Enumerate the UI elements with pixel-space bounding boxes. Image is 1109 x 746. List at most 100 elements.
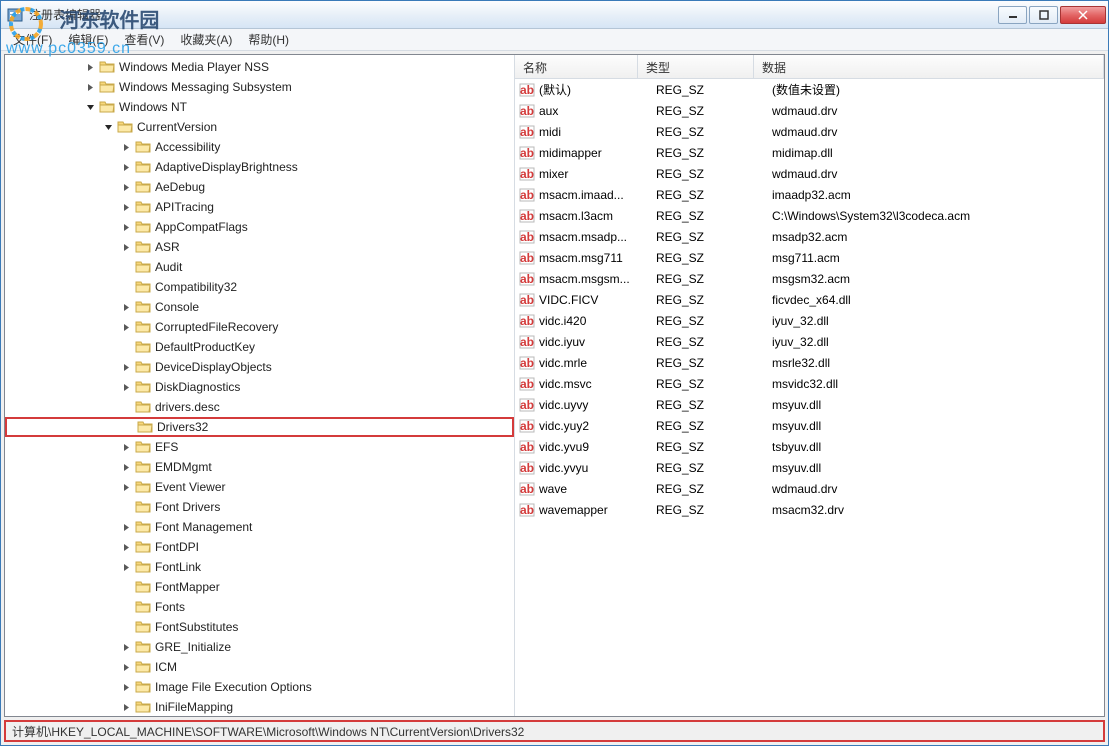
tree-item[interactable]: Fonts <box>5 597 514 617</box>
tree-item[interactable]: FontDPI <box>5 537 514 557</box>
tree-item[interactable]: ASR <box>5 237 514 257</box>
tree-item[interactable]: AdaptiveDisplayBrightness <box>5 157 514 177</box>
expander-icon[interactable] <box>121 542 132 553</box>
tree-item[interactable]: ICM <box>5 657 514 677</box>
tree-item[interactable]: Accessibility <box>5 137 514 157</box>
menu-help[interactable]: 帮助(H) <box>240 29 297 50</box>
titlebar[interactable]: 注册表编辑器 <box>1 1 1108 29</box>
maximize-button[interactable] <box>1029 6 1058 24</box>
expander-icon[interactable] <box>85 62 96 73</box>
list-row[interactable]: abwavemapperREG_SZmsacm32.drv <box>515 499 1104 520</box>
col-name[interactable]: 名称 <box>515 55 638 78</box>
tree-item[interactable]: FontSubstitutes <box>5 617 514 637</box>
tree-item[interactable]: GRE_Initialize <box>5 637 514 657</box>
tree-item[interactable]: FontMapper <box>5 577 514 597</box>
expander-icon[interactable] <box>121 262 132 273</box>
list-row[interactable]: abmsacm.l3acmREG_SZC:\Windows\System32\l… <box>515 205 1104 226</box>
expander-icon[interactable] <box>121 222 132 233</box>
list-row[interactable]: abvidc.uyvyREG_SZmsyuv.dll <box>515 394 1104 415</box>
list-body[interactable]: ab(默认)REG_SZ(数值未设置)abauxREG_SZwdmaud.drv… <box>515 79 1104 716</box>
expander-icon[interactable] <box>85 82 96 93</box>
tree-item[interactable]: EFS <box>5 437 514 457</box>
list-row[interactable]: abvidc.iyuvREG_SZiyuv_32.dll <box>515 331 1104 352</box>
list-row[interactable]: abmsacm.msgsm...REG_SZmsgsm32.acm <box>515 268 1104 289</box>
tree-item[interactable]: Event Viewer <box>5 477 514 497</box>
expander-icon[interactable] <box>121 622 132 633</box>
expander-icon[interactable] <box>121 582 132 593</box>
tree-item[interactable]: Drivers32 <box>5 417 514 437</box>
expander-icon[interactable] <box>121 302 132 313</box>
tree-item[interactable]: FontLink <box>5 557 514 577</box>
tree-item[interactable]: DeviceDisplayObjects <box>5 357 514 377</box>
tree-item[interactable]: Windows Media Player NSS <box>5 57 514 77</box>
expander-icon[interactable] <box>121 402 132 413</box>
expander-icon[interactable] <box>121 682 132 693</box>
expander-icon[interactable] <box>121 202 132 213</box>
tree-item[interactable]: AeDebug <box>5 177 514 197</box>
list-row[interactable]: abvidc.i420REG_SZiyuv_32.dll <box>515 310 1104 331</box>
list-row[interactable]: abauxREG_SZwdmaud.drv <box>515 100 1104 121</box>
tree-item[interactable]: APITracing <box>5 197 514 217</box>
expander-icon[interactable] <box>121 382 132 393</box>
list-row[interactable]: abvidc.msvcREG_SZmsvidc32.dll <box>515 373 1104 394</box>
expander-icon[interactable] <box>121 482 132 493</box>
list-row[interactable]: abvidc.yvyuREG_SZmsyuv.dll <box>515 457 1104 478</box>
expander-icon[interactable] <box>121 462 132 473</box>
list-row[interactable]: abmidimapperREG_SZmidimap.dll <box>515 142 1104 163</box>
tree-item[interactable]: drivers.desc <box>5 397 514 417</box>
expander-icon[interactable] <box>121 662 132 673</box>
expander-icon[interactable] <box>121 242 132 253</box>
tree-item[interactable]: CurrentVersion <box>5 117 514 137</box>
expander-icon[interactable] <box>121 282 132 293</box>
expander-icon[interactable] <box>121 642 132 653</box>
tree-pane[interactable]: Windows Media Player NSSWindows Messagin… <box>5 55 515 716</box>
list-row[interactable]: abvidc.yuy2REG_SZmsyuv.dll <box>515 415 1104 436</box>
expander-icon[interactable] <box>121 162 132 173</box>
menu-favorites[interactable]: 收藏夹(A) <box>172 29 240 50</box>
tree-item[interactable]: EMDMgmt <box>5 457 514 477</box>
tree-item[interactable]: Console <box>5 297 514 317</box>
col-type[interactable]: 类型 <box>638 55 754 78</box>
menu-edit[interactable]: 编辑(E) <box>60 29 116 50</box>
menu-file[interactable]: 文件(F) <box>5 29 60 50</box>
tree-item[interactable]: Font Management <box>5 517 514 537</box>
tree-item[interactable]: IniFileMapping <box>5 697 514 716</box>
expander-icon[interactable] <box>121 602 132 613</box>
tree-item[interactable]: Image File Execution Options <box>5 677 514 697</box>
expander-icon[interactable] <box>121 142 132 153</box>
expander-icon[interactable] <box>121 342 132 353</box>
list-row[interactable]: abmsacm.msadp...REG_SZmsadp32.acm <box>515 226 1104 247</box>
expander-icon[interactable] <box>121 322 132 333</box>
list-row[interactable]: abmsacm.imaad...REG_SZimaadp32.acm <box>515 184 1104 205</box>
expander-icon[interactable] <box>121 502 132 513</box>
list-row[interactable]: abvidc.mrleREG_SZmsrle32.dll <box>515 352 1104 373</box>
expander-icon[interactable] <box>121 442 132 453</box>
close-button[interactable] <box>1060 6 1106 24</box>
tree-item[interactable]: Audit <box>5 257 514 277</box>
tree-item[interactable]: Compatibility32 <box>5 277 514 297</box>
expander-icon[interactable] <box>121 362 132 373</box>
list-row[interactable]: abmidiREG_SZwdmaud.drv <box>515 121 1104 142</box>
tree-item[interactable]: Font Drivers <box>5 497 514 517</box>
list-row[interactable]: abvidc.yvu9REG_SZtsbyuv.dll <box>515 436 1104 457</box>
list-row[interactable]: abVIDC.FICVREG_SZficvdec_x64.dll <box>515 289 1104 310</box>
menu-view[interactable]: 查看(V) <box>116 29 172 50</box>
tree-item[interactable]: AppCompatFlags <box>5 217 514 237</box>
tree-item[interactable]: DiskDiagnostics <box>5 377 514 397</box>
expander-icon[interactable] <box>121 562 132 573</box>
list-row[interactable]: abwaveREG_SZwdmaud.drv <box>515 478 1104 499</box>
tree-item[interactable]: Windows NT <box>5 97 514 117</box>
minimize-button[interactable] <box>998 6 1027 24</box>
tree-item[interactable]: Windows Messaging Subsystem <box>5 77 514 97</box>
expander-icon[interactable] <box>121 182 132 193</box>
expander-icon[interactable] <box>123 422 134 433</box>
tree-item[interactable]: CorruptedFileRecovery <box>5 317 514 337</box>
expander-icon[interactable] <box>103 122 114 133</box>
expander-icon[interactable] <box>85 102 96 113</box>
list-row[interactable]: abmsacm.msg711REG_SZmsg711.acm <box>515 247 1104 268</box>
expander-icon[interactable] <box>121 702 132 713</box>
tree-item[interactable]: DefaultProductKey <box>5 337 514 357</box>
list-row[interactable]: abmixerREG_SZwdmaud.drv <box>515 163 1104 184</box>
expander-icon[interactable] <box>121 522 132 533</box>
list-row[interactable]: ab(默认)REG_SZ(数值未设置) <box>515 79 1104 100</box>
